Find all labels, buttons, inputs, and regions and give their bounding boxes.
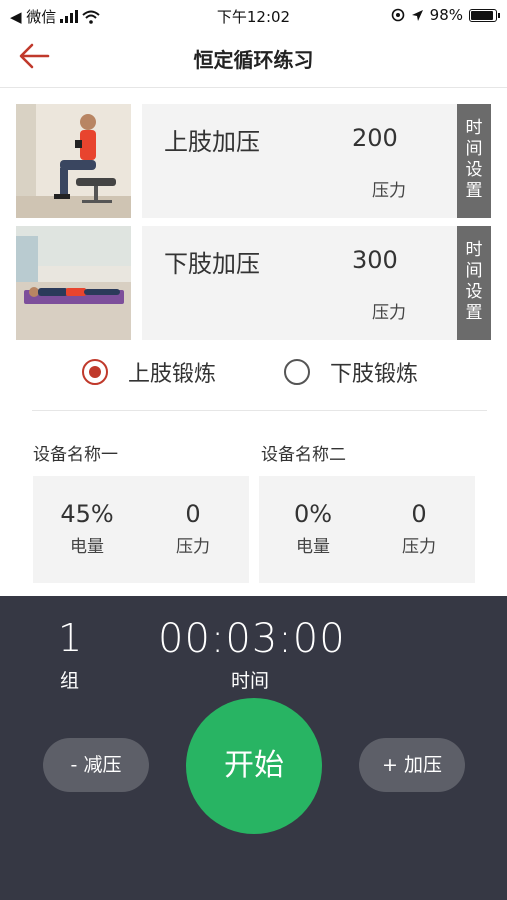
lower-limb-photo [16,226,131,340]
battery-stat: 45% 电量 [37,500,137,557]
orientation-lock-icon [391,8,404,22]
pressure-label: 压力 [176,537,210,557]
status-right: 98% [391,6,500,24]
navigation-bar: 恒定循环练习 [0,30,507,88]
timer-label: 时间 [231,670,270,692]
pressure-stat: 0 压力 [143,500,243,557]
device-name-1: 设备名称一 [33,445,118,465]
battery-icon [469,8,500,22]
time-setting-char: 时 [465,240,483,260]
group-label: 组 [60,670,80,692]
battery-label: 电量 [296,537,330,557]
pressure-value: 0 [411,500,427,528]
radio-unselected-icon [284,359,310,385]
control-panel: 1 组 00:03:00 时间 - 减压 开始 + 加压 [0,596,507,900]
pressure-value: 0 [185,500,201,528]
time-setting-char: 设 [465,282,483,302]
pressure-value: 200 [352,124,398,152]
exercise-name: 下肢加压 [164,250,260,278]
time-setting-char: 时 [465,118,483,138]
lower-time-setting-button[interactable]: 时 间 设 置 [457,226,491,340]
upper-time-setting-button[interactable]: 时 间 设 置 [457,104,491,218]
page-title: 恒定循环练习 [193,48,314,72]
exercise-row-lower: 下肢加压 300 压力 时 间 设 置 [16,226,491,340]
time-setting-char: 置 [465,181,483,201]
radio-label: 下肢锻炼 [330,362,419,387]
battery-percent: 98% [429,6,463,24]
pressure-unit: 压力 [372,303,406,323]
lower-limb-card[interactable]: 下肢加压 300 压力 [142,226,457,340]
location-icon [411,9,423,21]
group-count: 1 [58,616,83,660]
time-setting-char: 置 [465,303,483,323]
pressure-stat: 0 压力 [369,500,469,557]
pressure-value: 300 [352,246,398,274]
time-setting-char: 间 [465,261,483,281]
time-setting-char: 设 [465,160,483,180]
status-bar: ◀ 微信 下午12:02 98% [0,0,507,30]
radio-upper-limb[interactable]: 上肢锻炼 [82,356,216,388]
radio-lower-limb[interactable]: 下肢锻炼 [284,356,418,388]
pressure-label: 压力 [402,537,436,557]
start-button[interactable]: 开始 [186,698,322,834]
timer-display: 00:03:00 [158,616,346,662]
battery-value: 45% [60,500,114,528]
pressure-unit: 压力 [372,181,406,201]
exercise-row-upper: 上肢加压 200 压力 时 间 设 置 [16,104,491,218]
device-card-2[interactable]: 0% 电量 0 压力 [259,476,475,583]
time-setting-char: 间 [465,139,483,159]
radio-selected-icon [82,359,108,385]
upper-limb-card[interactable]: 上肢加压 200 压力 [142,104,457,218]
decrease-pressure-button[interactable]: - 减压 [43,738,149,792]
battery-stat: 0% 电量 [263,500,363,557]
upper-limb-photo [16,104,131,218]
increase-pressure-button[interactable]: + 加压 [359,738,465,792]
device-name-2: 设备名称二 [261,445,346,465]
mode-selector: 上肢锻炼 下肢锻炼 [0,356,507,396]
exercise-name: 上肢加压 [164,128,260,156]
device-card-1[interactable]: 45% 电量 0 压力 [33,476,249,583]
battery-label: 电量 [70,537,104,557]
radio-label: 上肢锻炼 [128,362,217,387]
battery-value: 0% [293,500,333,528]
divider [32,410,487,411]
